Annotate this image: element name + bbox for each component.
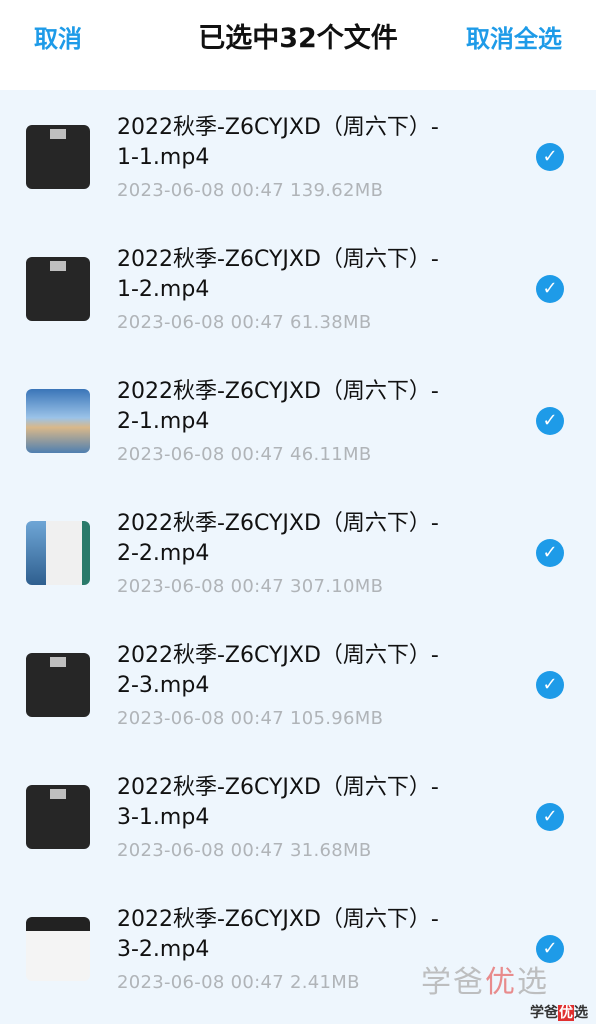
selected-check-icon[interactable]: ✓: [536, 407, 564, 435]
file-name-line2: 2-2.mp4: [117, 541, 210, 566]
top-bar: 取消 已选中32个文件 取消全选: [0, 0, 596, 90]
video-thumbnail: [26, 389, 90, 453]
watermark-small: 学爸优选: [530, 1005, 588, 1021]
list-item[interactable]: 2022秋季-Z6CYJXD（周六下）- 2-3.mp4 2023-06-08 …: [0, 618, 596, 750]
file-meta: 2023-06-08 00:47 307.10MB: [117, 576, 384, 597]
file-meta: 2023-06-08 00:47 2.41MB: [117, 972, 360, 993]
list-item[interactable]: 2022秋季-Z6CYJXD（周六下）- 2-1.mp4 2023-06-08 …: [0, 354, 596, 486]
video-thumbnail: [26, 917, 90, 981]
file-name-line1: 2022秋季-Z6CYJXD（周六下）-: [117, 115, 439, 140]
video-thumbnail: [26, 257, 90, 321]
selected-check-icon[interactable]: ✓: [536, 803, 564, 831]
video-thumbnail: [26, 653, 90, 717]
file-name-line1: 2022秋季-Z6CYJXD（周六下）-: [117, 247, 439, 272]
selected-check-icon[interactable]: ✓: [536, 671, 564, 699]
file-meta: 2023-06-08 00:47 61.38MB: [117, 312, 372, 333]
file-meta: 2023-06-08 00:47 105.96MB: [117, 708, 384, 729]
list-item[interactable]: 2022秋季-Z6CYJXD（周六下）- 1-2.mp4 2023-06-08 …: [0, 222, 596, 354]
list-item[interactable]: 2022秋季-Z6CYJXD（周六下）- 1-1.mp4 2023-06-08 …: [0, 90, 596, 222]
selected-check-icon[interactable]: ✓: [536, 275, 564, 303]
file-name-line2: 2-1.mp4: [117, 409, 210, 434]
list-item[interactable]: 2022秋季-Z6CYJXD（周六下）- 3-1.mp4 2023-06-08 …: [0, 750, 596, 882]
file-meta: 2023-06-08 00:47 31.68MB: [117, 840, 372, 861]
file-name-line1: 2022秋季-Z6CYJXD（周六下）-: [117, 907, 439, 932]
deselect-all-button[interactable]: 取消全选: [466, 24, 562, 54]
video-thumbnail: [26, 785, 90, 849]
file-meta: 2023-06-08 00:47 46.11MB: [117, 444, 372, 465]
file-name-line2: 2-3.mp4: [117, 673, 210, 698]
selected-check-icon[interactable]: ✓: [536, 143, 564, 171]
file-name-line2: 3-1.mp4: [117, 805, 210, 830]
file-meta: 2023-06-08 00:47 139.62MB: [117, 180, 384, 201]
file-name-line1: 2022秋季-Z6CYJXD（周六下）-: [117, 511, 439, 536]
file-name-line1: 2022秋季-Z6CYJXD（周六下）-: [117, 379, 439, 404]
video-thumbnail: [26, 521, 90, 585]
watermark: 学爸优选: [421, 965, 549, 1000]
file-name-line1: 2022秋季-Z6CYJXD（周六下）-: [117, 775, 439, 800]
selected-check-icon[interactable]: ✓: [536, 539, 564, 567]
video-thumbnail: [26, 125, 90, 189]
file-name-line2: 1-2.mp4: [117, 277, 210, 302]
file-name-line2: 1-1.mp4: [117, 145, 210, 170]
file-name-line1: 2022秋季-Z6CYJXD（周六下）-: [117, 643, 439, 668]
list-item[interactable]: 2022秋季-Z6CYJXD（周六下）- 2-2.mp4 2023-06-08 …: [0, 486, 596, 618]
